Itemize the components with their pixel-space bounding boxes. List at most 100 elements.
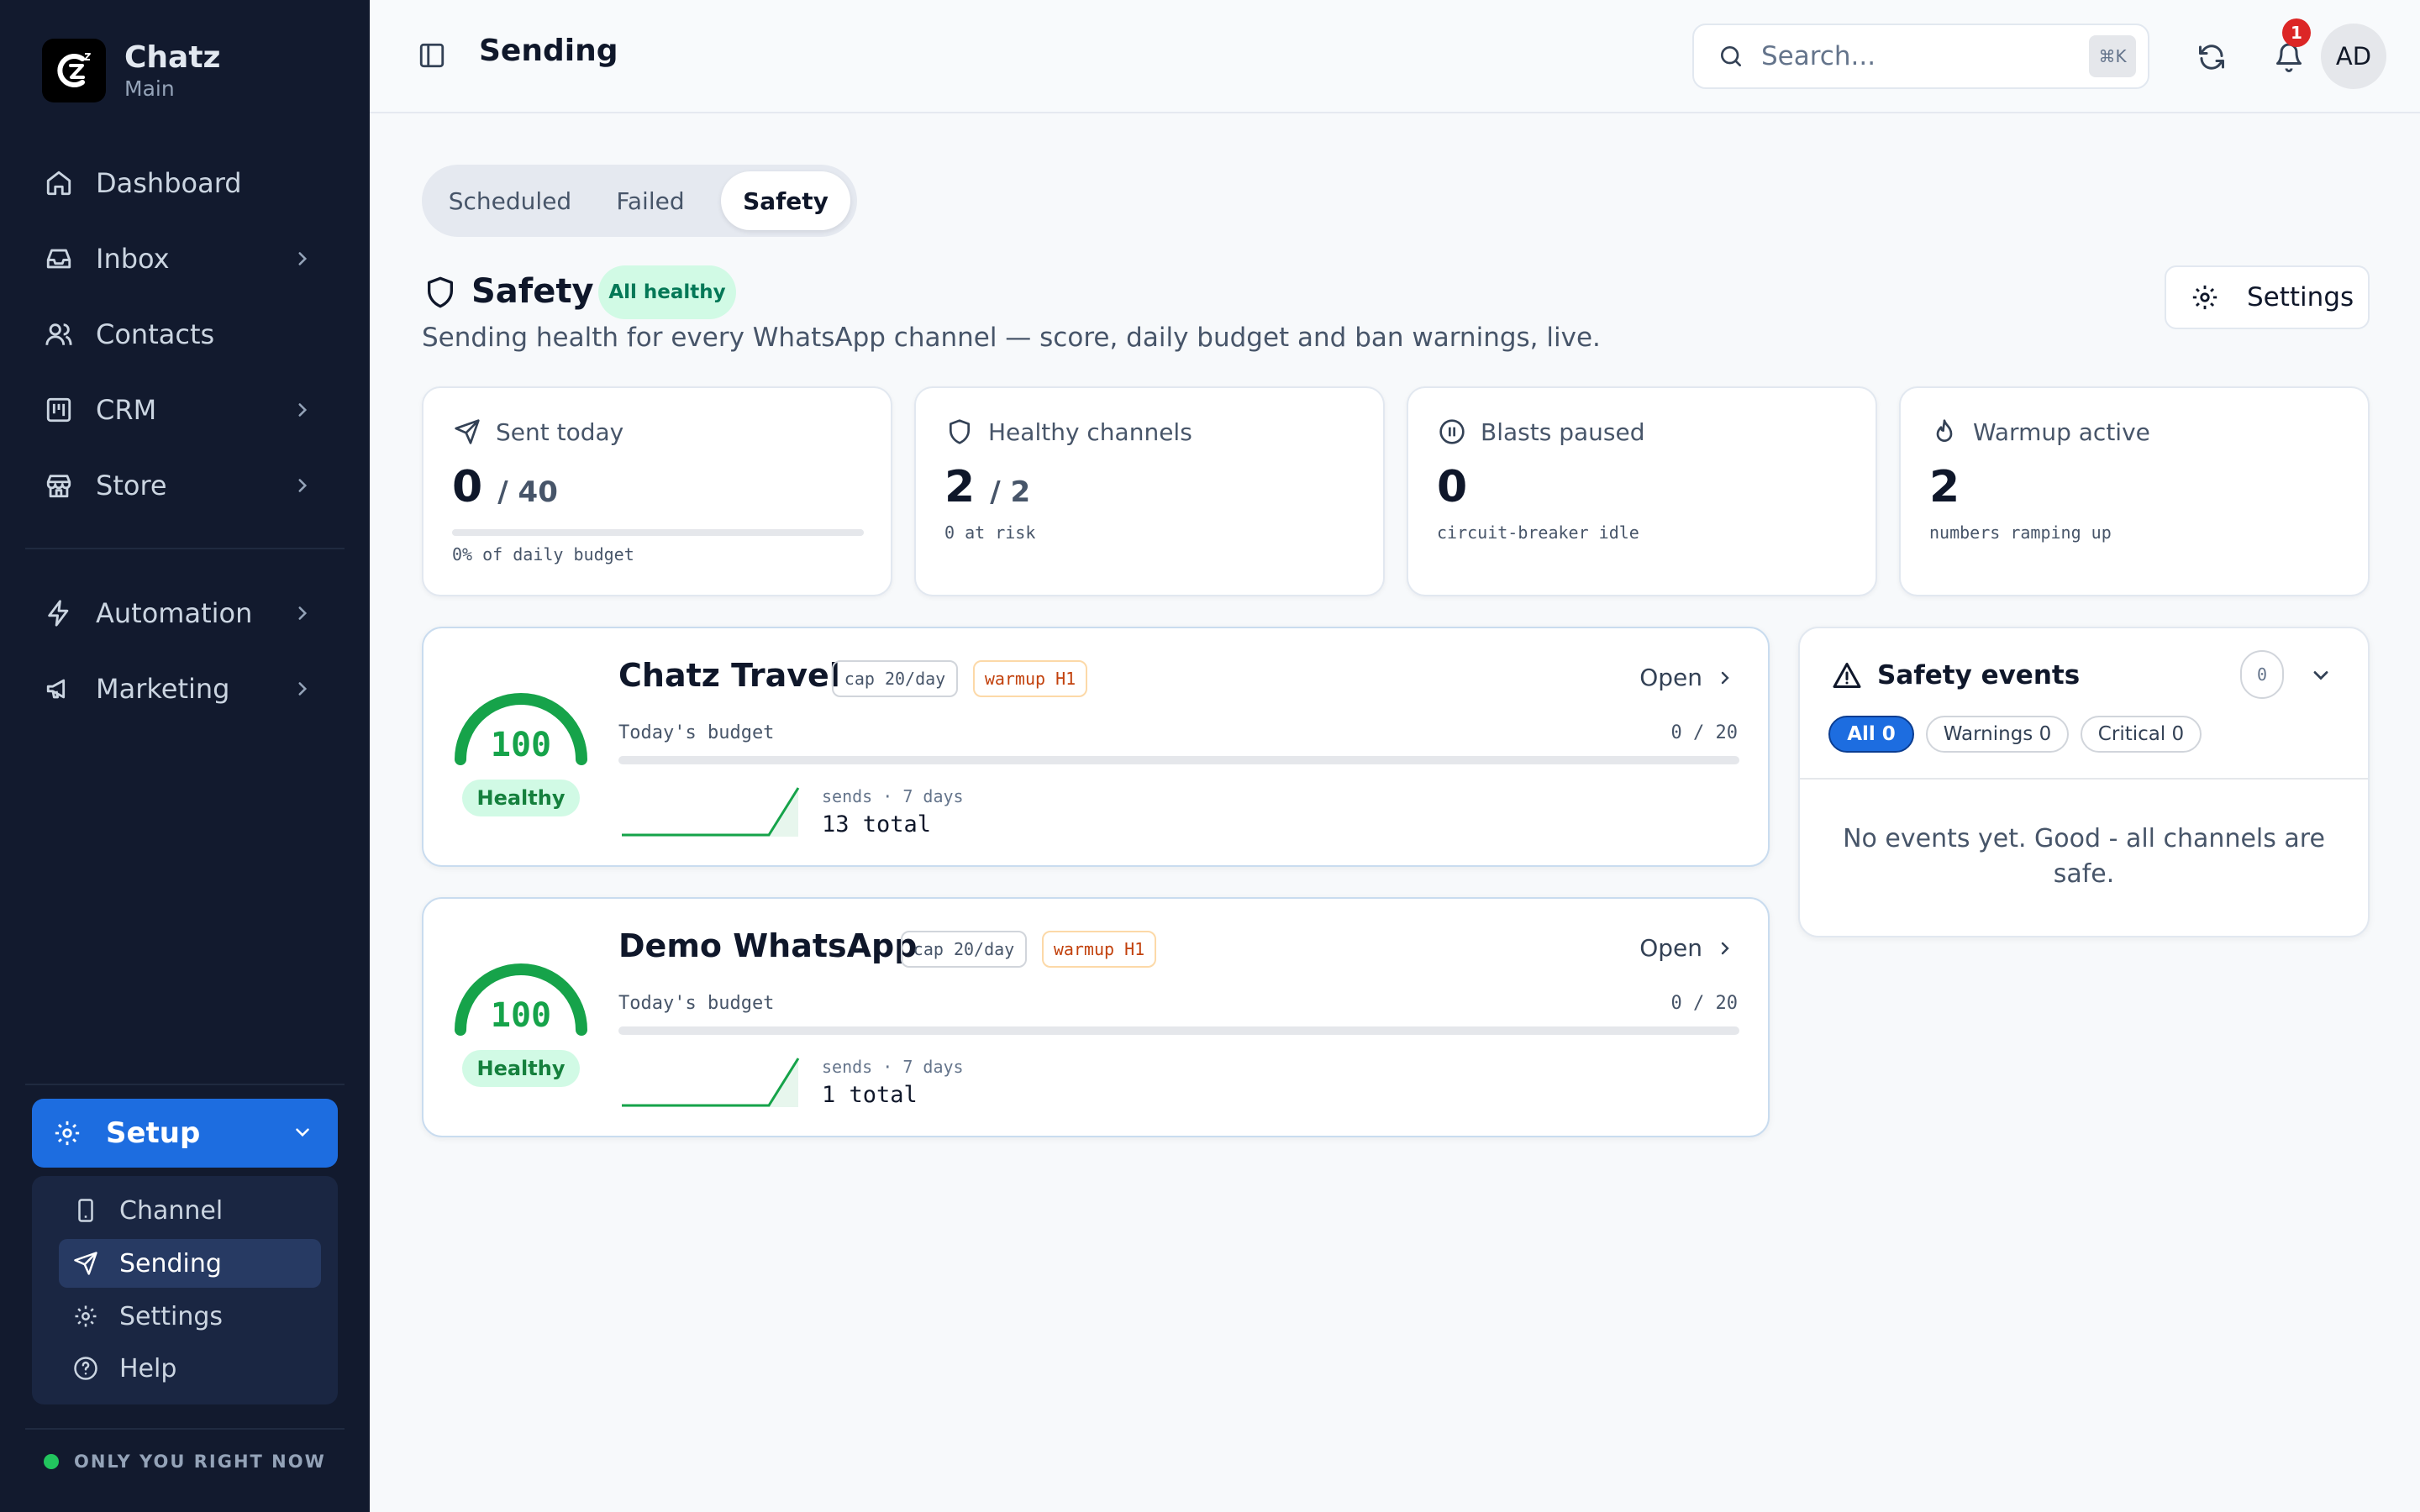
- flame-icon: [1929, 417, 1960, 447]
- sidebar-item-store[interactable]: Store: [42, 460, 319, 511]
- search-icon: [1714, 39, 1748, 73]
- chevron-down-icon: [286, 1116, 319, 1149]
- sidebar-item-automation[interactable]: Automation: [42, 588, 319, 638]
- sidebar-subitem-sending[interactable]: Sending: [59, 1239, 321, 1288]
- sidebar-item-marketing[interactable]: Marketing: [42, 664, 319, 714]
- open-channel-link[interactable]: Open: [1639, 664, 1738, 691]
- sidebar-toggle-button[interactable]: [415, 39, 449, 72]
- sidebar-subitem-settings[interactable]: Settings: [59, 1292, 321, 1341]
- budget-value: 0 / 20: [1670, 722, 1738, 743]
- filter-warnings[interactable]: Warnings 0: [1926, 716, 2069, 753]
- stat-denominator: / 2: [990, 475, 1031, 509]
- budget-label: Today's budget: [618, 722, 775, 743]
- avatar[interactable]: AD: [2321, 24, 2386, 89]
- notification-count-badge: 1: [2282, 18, 2311, 47]
- tab-scheduled[interactable]: Scheduled: [429, 171, 592, 230]
- open-label: Open: [1639, 934, 1702, 962]
- events-count-badge: 0: [2240, 650, 2284, 699]
- warmup-tag: warmup H1: [973, 660, 1087, 697]
- channel-name: Chatz Travel: [618, 657, 840, 694]
- events-title: Safety events: [1877, 660, 2081, 690]
- budget-label: Today's budget: [618, 993, 775, 1014]
- sparkline-line: [622, 1058, 800, 1107]
- safety-settings-button[interactable]: Settings: [2165, 265, 2370, 329]
- gear-icon: [2188, 281, 2222, 314]
- shortcut-hint: ⌘K: [2089, 35, 2136, 77]
- sidebar-subitem-label: Help: [119, 1353, 177, 1383]
- sidebar-item-setup[interactable]: Setup: [32, 1099, 338, 1168]
- sidebar-item-label: Inbox: [96, 243, 170, 275]
- panel-left-icon: [419, 43, 445, 68]
- shield-icon: [422, 274, 459, 311]
- budget-value: 0 / 20: [1670, 993, 1738, 1014]
- open-channel-link[interactable]: Open: [1639, 934, 1738, 962]
- sidebar-item-label: Dashboard: [96, 167, 242, 199]
- sparkline-line: [622, 787, 800, 837]
- stat-value: 2: [1929, 462, 1960, 512]
- health-score-value: 100: [490, 726, 552, 764]
- settings-label: Settings: [2247, 282, 2354, 312]
- daily-budget-progress: [452, 529, 864, 536]
- refresh-button[interactable]: [2193, 39, 2230, 76]
- help-icon: [71, 1353, 101, 1383]
- sidebar-item-dashboard[interactable]: Dashboard: [42, 158, 319, 208]
- chevron-right-icon: [1712, 665, 1738, 690]
- chevron-right-icon: [286, 242, 319, 276]
- warmup-tag: warmup H1: [1042, 931, 1156, 968]
- sidebar-divider: [25, 548, 345, 549]
- stat-note: circuit-breaker idle: [1437, 522, 1639, 543]
- sidebar-divider: [25, 1084, 345, 1085]
- chevron-down-icon: [2313, 671, 2328, 680]
- events-empty-state: No events yet. Good - all channels are s…: [1843, 824, 2325, 889]
- sidebar-item-crm[interactable]: CRM: [42, 385, 319, 435]
- sends-sparkline: [622, 787, 800, 837]
- stat-value: 0: [1437, 462, 1468, 512]
- tab-safety[interactable]: Safety: [721, 171, 850, 230]
- filter-critical[interactable]: Critical 0: [2081, 716, 2202, 753]
- stat-card-blasts-paused: Blasts paused 0 circuit-breaker idle: [1407, 386, 1877, 596]
- sidebar-item-inbox[interactable]: Inbox: [42, 234, 319, 284]
- online-dot: [44, 1454, 59, 1469]
- alert-triangle-icon: [1830, 659, 1864, 692]
- health-score-value: 100: [490, 996, 552, 1035]
- gear-icon: [71, 1301, 101, 1331]
- sidebar-item-label: Store: [96, 470, 167, 501]
- stat-label: Sent today: [496, 417, 624, 446]
- workspace-name: Main: [124, 76, 175, 101]
- sidebar-subitem-help[interactable]: Help: [59, 1344, 321, 1393]
- stat-card-sent-today: Sent today 0 / 40 0% of daily budget: [422, 386, 892, 596]
- inbox-icon: [42, 242, 76, 276]
- presence-text: ONLY YOU RIGHT NOW: [74, 1452, 326, 1472]
- chevron-right-icon: [286, 393, 319, 427]
- chevron-right-icon: [286, 672, 319, 706]
- sidebar-item-contacts[interactable]: Contacts: [42, 309, 319, 360]
- tab-failed[interactable]: Failed: [598, 171, 702, 230]
- chevron-right-icon: [286, 596, 319, 630]
- stat-denominator: / 40: [497, 475, 558, 509]
- chevron-right-icon: [1712, 936, 1738, 961]
- safety-events-panel: Safety events 0 All 0 Warnings 0 Critica…: [1798, 627, 2370, 937]
- budget-progress-bar: [618, 756, 1739, 764]
- stat-label: Healthy channels: [988, 417, 1192, 446]
- brand[interactable]: Chatz Main: [42, 39, 221, 102]
- open-label: Open: [1639, 664, 1702, 691]
- search-input[interactable]: Search... ⌘K: [1692, 24, 2149, 89]
- send-icon: [71, 1248, 101, 1278]
- collapse-events-button[interactable]: [2304, 659, 2338, 692]
- channel-card: 100 Healthy Demo WhatsApp cap 20/day war…: [422, 897, 1770, 1137]
- sidebar-subitem-channel[interactable]: Channel: [59, 1186, 321, 1235]
- sidebar-subitem-label: Sending: [119, 1248, 222, 1278]
- megaphone-icon: [42, 672, 76, 706]
- cap-tag: cap 20/day: [832, 660, 958, 697]
- section-description: Sending health for every WhatsApp channe…: [422, 323, 1601, 353]
- search-placeholder: Search...: [1761, 41, 1876, 71]
- stat-value: 0: [452, 462, 483, 512]
- sidebar-item-label: CRM: [96, 394, 157, 426]
- stat-note: numbers ramping up: [1929, 522, 2112, 543]
- users-icon: [42, 318, 76, 351]
- stat-value: 2: [944, 462, 976, 512]
- zap-icon: [42, 596, 76, 630]
- filter-all[interactable]: All 0: [1828, 716, 1914, 753]
- section-title: Safety: [471, 272, 594, 311]
- channel-name: Demo WhatsApp: [618, 927, 918, 964]
